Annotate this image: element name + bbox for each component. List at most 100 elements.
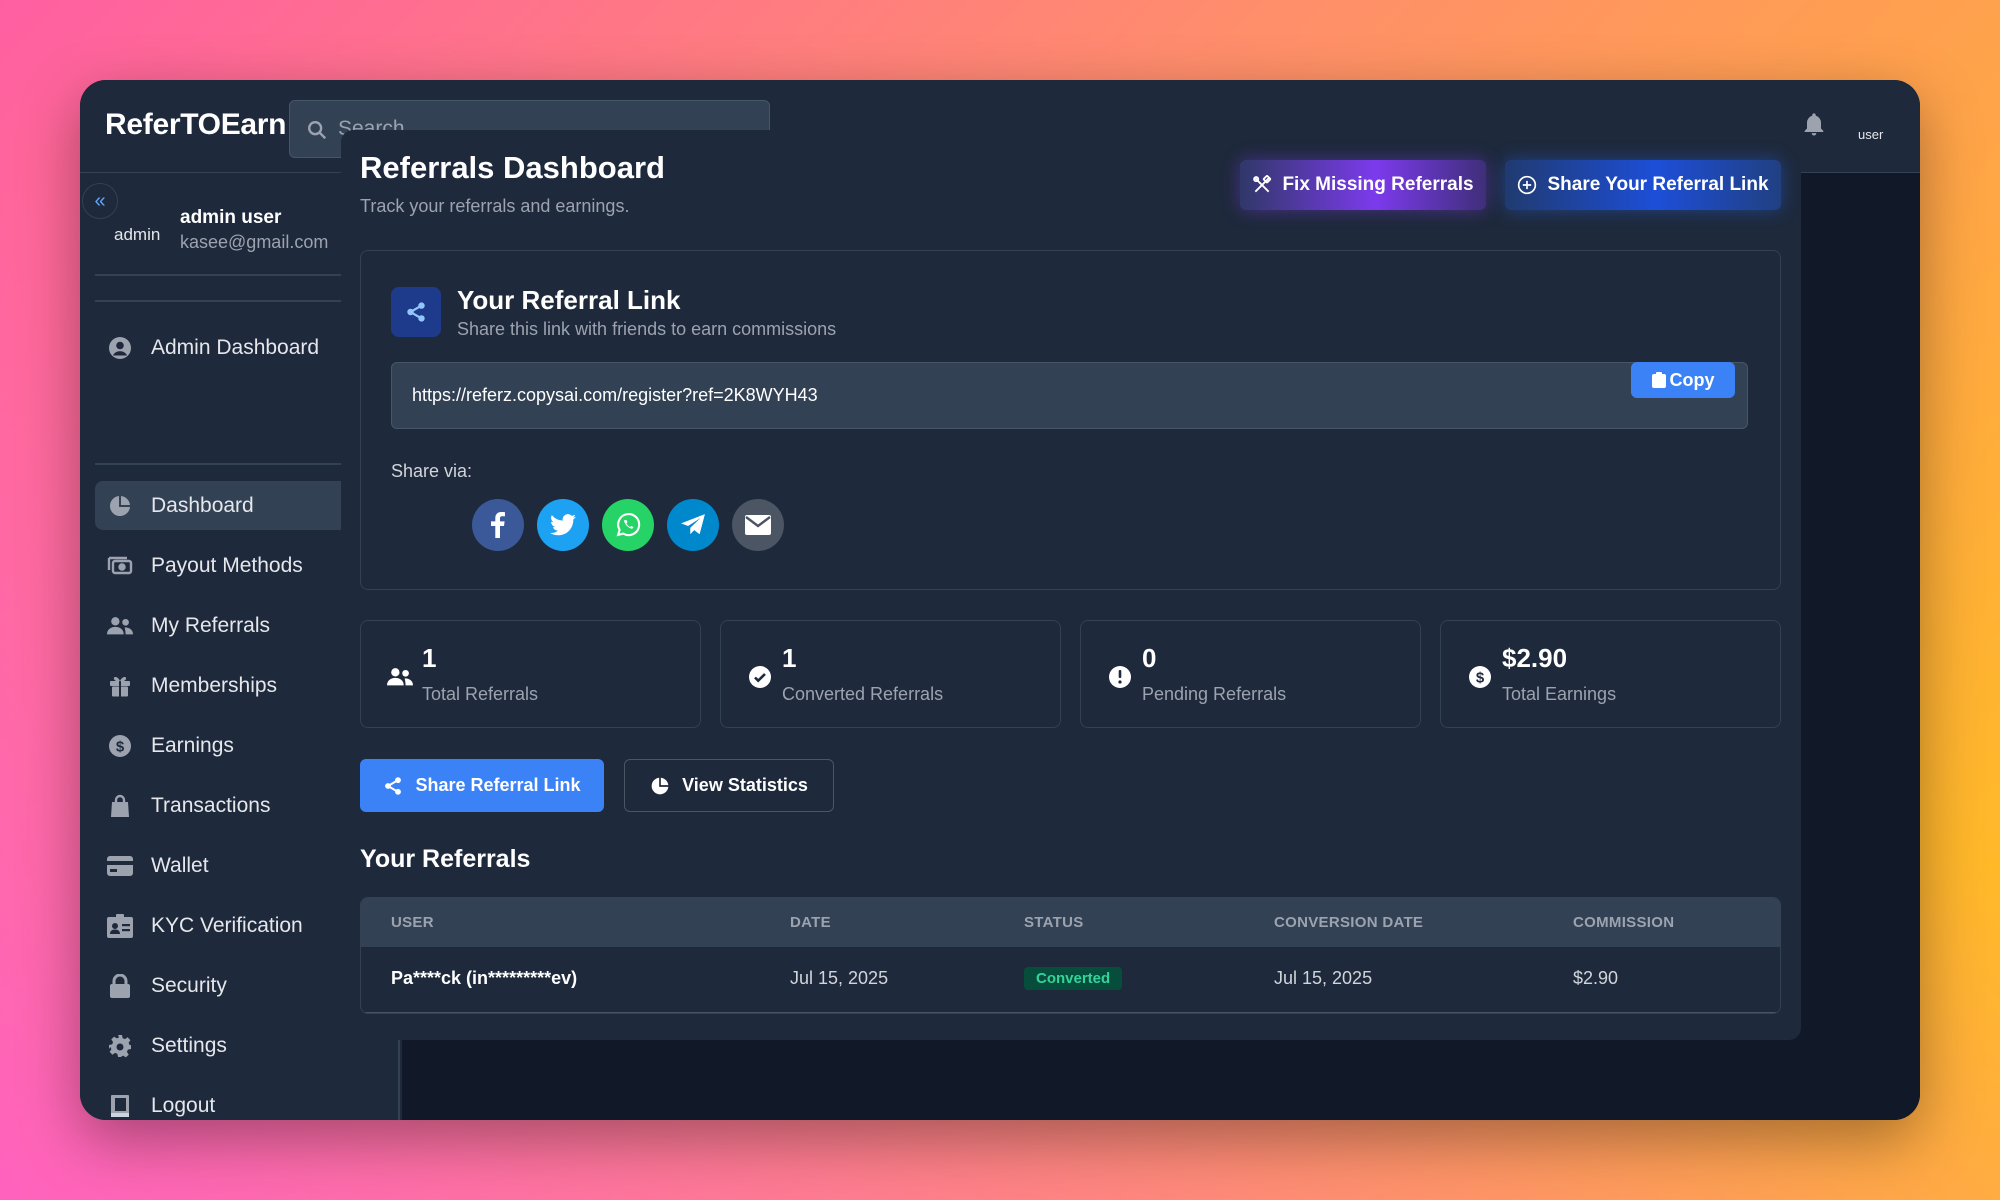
share-your-referral-link-button[interactable]: Share Your Referral Link (1505, 160, 1781, 210)
referrals-table: USER DATE STATUS CONVERSION DATE COMMISS… (360, 897, 1781, 1014)
credit-card-icon (107, 853, 133, 879)
pie-chart-icon (651, 777, 669, 794)
email-share-button[interactable] (732, 499, 784, 551)
whatsapp-share-button[interactable] (602, 499, 654, 551)
share-your-referral-link-label: Share Your Referral Link (1547, 174, 1769, 195)
sidebar-item-label: Security (151, 973, 227, 997)
tools-icon (1253, 175, 1272, 193)
share-referral-link-label: Share Referral Link (415, 775, 581, 795)
sidebar-item-label: Settings (151, 1033, 227, 1057)
copy-label: Copy (1669, 369, 1715, 390)
referral-url-value[interactable]: https://referz.copysai.com/register?ref=… (412, 385, 818, 406)
stat-label: Converted Referrals (782, 684, 944, 704)
stat-value: 0 (1142, 643, 1157, 673)
twitter-share-button[interactable] (537, 499, 589, 551)
cell-user: Pa****ck (in*********ev) (391, 968, 578, 988)
stat-value: $2.90 (1502, 643, 1568, 673)
share-icon (391, 287, 441, 337)
twitter-icon (550, 514, 576, 536)
column-header-commission[interactable]: COMMISSION (1573, 914, 1674, 931)
svg-text:$: $ (116, 738, 125, 755)
id-card-icon (107, 913, 133, 939)
user-avatar[interactable]: user (1854, 106, 1896, 148)
mail-icon (745, 515, 771, 535)
whatsapp-icon (616, 513, 641, 537)
share-via-label: Share via: (391, 461, 473, 481)
column-header-conversion-date[interactable]: CONVERSION DATE (1274, 914, 1423, 931)
stat-value: 1 (782, 643, 797, 673)
clock-icon (1107, 664, 1133, 690)
stat-label: Total Earnings (1502, 684, 1617, 704)
user-avatar-alt-text: user (1858, 127, 1884, 142)
dollar-circle-icon: $ (1467, 664, 1493, 690)
sidebar-user-name: admin user (180, 207, 282, 228)
user-circle-icon (107, 335, 133, 361)
stat-value: 1 (422, 643, 437, 673)
sidebar-user-email: kasee@gmail.com (180, 232, 329, 252)
fix-missing-referrals-label: Fix Missing Referrals (1282, 174, 1474, 195)
shopping-bag-icon (107, 793, 133, 819)
users-icon (107, 613, 133, 639)
referral-link-subtitle: Share this link with friends to earn com… (457, 319, 837, 339)
search-icon (308, 121, 327, 140)
referrals-section-title: Your Referrals (360, 845, 531, 873)
sidebar-item-label: Payout Methods (151, 553, 303, 577)
view-statistics-button[interactable]: View Statistics (624, 759, 834, 812)
plus-circle-icon (1518, 175, 1537, 195)
dollar-circle-icon: $ (107, 733, 133, 759)
clipboard-icon (1651, 372, 1666, 388)
sidebar-item-label: Wallet (151, 853, 209, 877)
facebook-share-button[interactable] (472, 499, 524, 551)
share-referral-link-button[interactable]: Share Referral Link (360, 759, 604, 812)
table-row[interactable]: Pa****ck (in*********ev) Jul 15, 2025 Co… (361, 947, 1780, 1013)
page-subtitle: Track your referrals and earnings. (360, 196, 630, 216)
stat-card-pending-referrals: 0 Pending Referrals (1080, 620, 1421, 728)
notification-bell-icon[interactable] (1800, 110, 1828, 145)
page-title: Referrals Dashboard (360, 150, 665, 185)
sidebar-item-label: Dashboard (151, 493, 254, 517)
stat-card-converted-referrals: 1 Converted Referrals (720, 620, 1061, 728)
brand-logo[interactable]: ReferTOEarn (105, 108, 287, 142)
double-chevron-left-icon: « (94, 189, 106, 212)
telegram-share-button[interactable] (667, 499, 719, 551)
svg-text:$: $ (1476, 670, 1485, 687)
share-icon (385, 776, 402, 795)
lock-icon (107, 973, 133, 999)
sidebar-item-label: KYC Verification (151, 913, 303, 937)
sidebar-item-label: Memberships (151, 673, 278, 697)
cell-commission: $2.90 (1573, 968, 1619, 988)
table-header: USER DATE STATUS CONVERSION DATE COMMISS… (361, 898, 1780, 947)
sidebar-item-label: Transactions (151, 793, 271, 817)
sidebar-item-label: My Referrals (151, 613, 271, 637)
logout-icon (107, 1093, 133, 1119)
column-header-date[interactable]: DATE (790, 914, 831, 931)
users-icon (387, 664, 413, 690)
stat-card-total-referrals: 1 Total Referrals (360, 620, 701, 728)
column-header-status[interactable]: STATUS (1024, 914, 1084, 931)
copy-button[interactable]: Copy (1631, 362, 1735, 398)
stat-label: Pending Referrals (1142, 684, 1287, 704)
fix-missing-referrals-button[interactable]: Fix Missing Referrals (1240, 160, 1486, 210)
sidebar-avatar: admin (114, 203, 164, 253)
stat-label: Total Referrals (422, 684, 539, 704)
collapse-sidebar-button[interactable]: « (82, 183, 118, 219)
gift-icon (107, 673, 133, 699)
facebook-icon (491, 512, 505, 538)
sidebar-item-label: Earnings (151, 733, 234, 757)
cell-date: Jul 15, 2025 (790, 968, 889, 988)
cell-conversion-date: Jul 15, 2025 (1274, 968, 1373, 988)
stat-card-total-earnings: $ $2.90 Total Earnings (1440, 620, 1781, 728)
sidebar-item-label: Admin Dashboard (151, 335, 320, 359)
check-circle-icon (747, 664, 773, 690)
referral-link-title: Your Referral Link (457, 285, 681, 315)
gear-icon (107, 1033, 133, 1059)
sidebar-item-logout[interactable]: Logout (95, 1081, 385, 1120)
sidebar-item-label: Logout (151, 1093, 216, 1117)
money-icon (107, 553, 133, 579)
column-header-user[interactable]: USER (391, 914, 434, 931)
sidebar-avatar-alt-text: admin (114, 225, 161, 244)
pie-chart-icon (107, 493, 133, 519)
telegram-icon (681, 514, 705, 535)
status-badge: Converted (1024, 967, 1123, 990)
view-statistics-label: View Statistics (682, 775, 808, 795)
